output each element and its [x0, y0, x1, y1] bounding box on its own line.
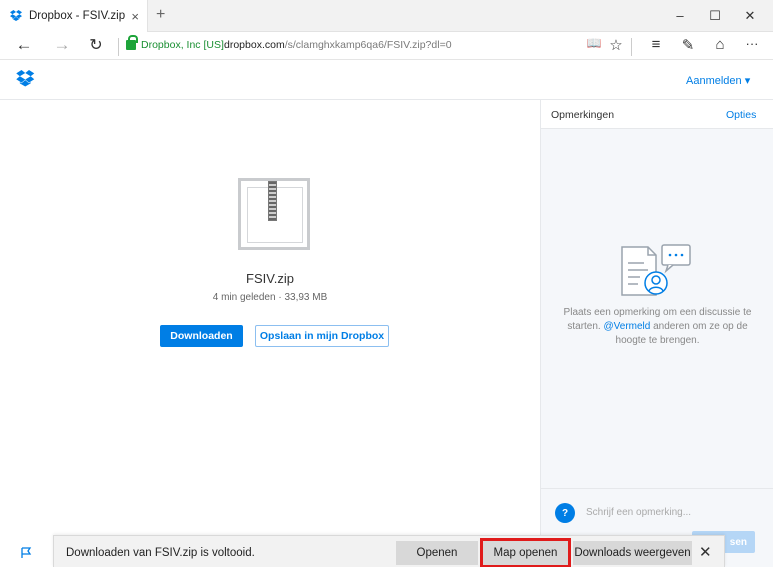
comments-illustration-icon — [621, 244, 691, 296]
comment-input[interactable]: Schrijf een opmerking... — [586, 507, 691, 518]
share-icon[interactable]: ⌂ — [710, 36, 730, 53]
more-icon[interactable]: ··· — [742, 36, 762, 51]
flag-icon[interactable] — [21, 547, 32, 559]
window-close-icon[interactable]: ✕ — [740, 8, 760, 24]
zipper-icon — [268, 181, 277, 221]
back-icon[interactable]: ← — [13, 35, 35, 55]
url-path: /s/clamghxkamp6qa6/FSIV.zip?dl=0 — [284, 39, 452, 51]
mention-link[interactable]: @Vermeld — [604, 321, 651, 332]
file-meta: 4 min geleden · 33,93 MB — [212, 292, 328, 303]
address-separator — [118, 38, 119, 56]
browser-tab[interactable]: Dropbox - FSIV.zip × — [0, 0, 148, 32]
comments-divider — [541, 488, 773, 489]
refresh-icon[interactable]: ↻ — [85, 35, 107, 55]
forward-icon[interactable]: → — [51, 35, 73, 55]
open-file-button[interactable]: Openen — [396, 541, 478, 565]
dropbox-favicon-icon — [10, 10, 22, 21]
comments-options-link[interactable]: Opties — [726, 109, 756, 121]
hub-icon[interactable]: ≡ — [646, 36, 666, 53]
url-domain: dropbox.com — [224, 39, 285, 51]
favorite-star-icon[interactable]: ☆ — [606, 36, 626, 54]
toolbar-separator — [631, 38, 632, 56]
save-to-dropbox-button[interactable]: Opslaan in mijn Dropbox — [255, 325, 389, 347]
url-field[interactable]: dropbox.com/s/clamghxkamp6qa6/FSIV.zip?d… — [224, 39, 452, 51]
certificate-label[interactable]: Dropbox, Inc [US] — [141, 39, 224, 51]
download-bar-close-icon[interactable]: ✕ — [699, 543, 712, 561]
lock-icon — [126, 35, 138, 50]
comments-title: Opmerkingen — [551, 109, 615, 121]
open-folder-button[interactable]: Map openen — [480, 538, 571, 567]
download-message: Downloaden van FSIV.zip is voltooid. — [66, 547, 255, 559]
download-button[interactable]: Downloaden — [160, 325, 243, 347]
maximize-icon[interactable]: ☐ — [705, 8, 725, 24]
reading-view-icon[interactable]: 📖 — [584, 36, 604, 50]
avatar: ? — [555, 503, 575, 523]
signin-dropdown[interactable]: Aanmelden ▾ — [686, 74, 750, 87]
view-downloads-button[interactable]: Downloads weergeven — [573, 541, 692, 565]
comments-empty-text: Plaats een opmerking om een discussie te… — [555, 306, 760, 348]
file-name: FSIV.zip — [246, 271, 294, 286]
dropbox-logo-icon[interactable] — [16, 70, 36, 88]
tab-title: Dropbox - FSIV.zip — [29, 10, 126, 22]
web-note-icon[interactable]: ✎ — [678, 36, 698, 54]
tab-close-icon[interactable]: × — [131, 9, 139, 24]
dropbox-header — [0, 60, 773, 100]
minimize-icon[interactable]: – — [670, 8, 690, 23]
new-tab-button[interactable]: + — [156, 6, 165, 24]
